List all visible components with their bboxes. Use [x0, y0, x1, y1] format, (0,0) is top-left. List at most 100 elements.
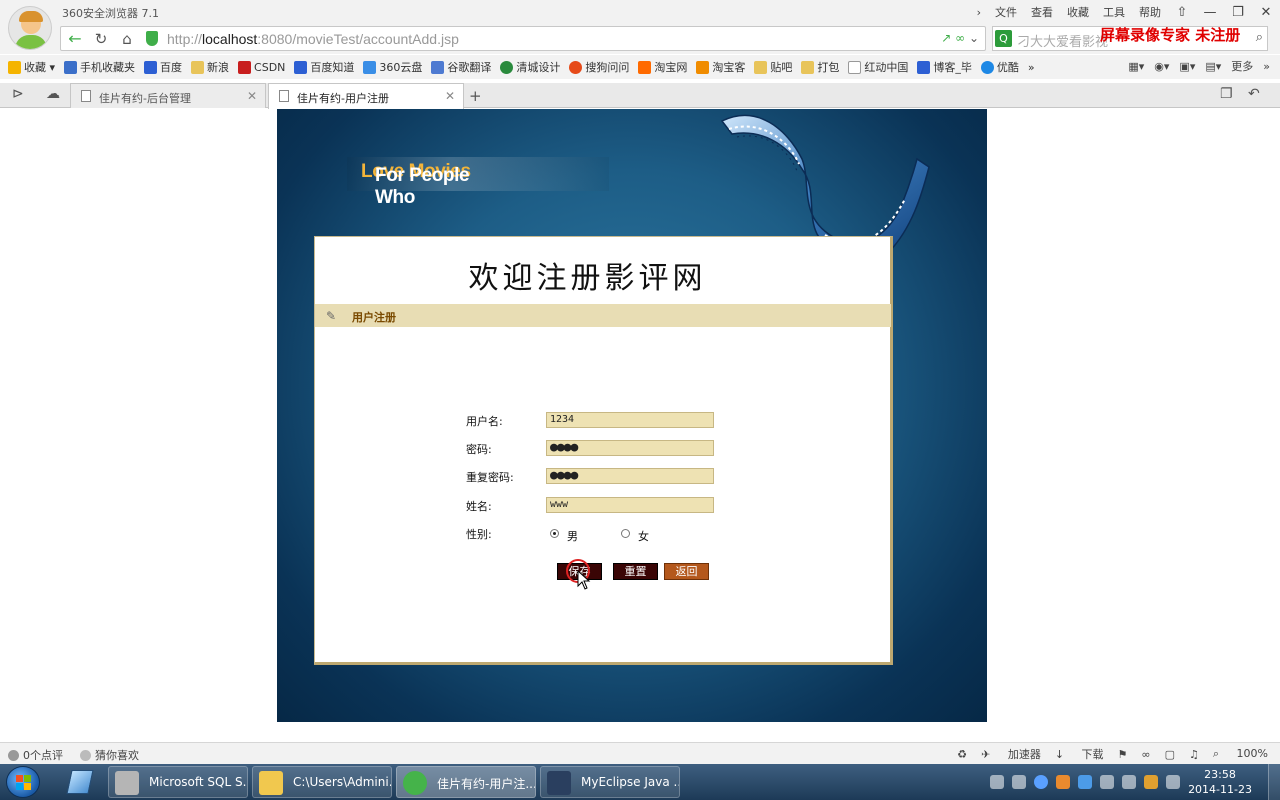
recycle-icon[interactable]: ♻: [957, 748, 967, 761]
tab-label: 佳片有约-用户注册: [297, 92, 389, 105]
flag-icon[interactable]: ⚑: [1118, 748, 1128, 761]
search-icon[interactable]: ⌕: [1256, 30, 1263, 45]
download-button[interactable]: ↓ 下载: [1055, 746, 1104, 762]
pdf-icon[interactable]: ▣▾: [1179, 60, 1195, 73]
bookmark-item[interactable]: 手机收藏夹: [64, 59, 135, 75]
close-tab-icon[interactable]: ✕: [445, 89, 455, 103]
translate-icon: [431, 60, 445, 74]
pin-icon[interactable]: ⇧: [1168, 1, 1196, 23]
menu-tools[interactable]: 工具: [1096, 4, 1132, 20]
taskbar-explorer[interactable]: C:\Users\Admini...: [252, 766, 392, 798]
bookmark-item[interactable]: CSDN: [238, 60, 285, 74]
guess-you-like[interactable]: 猜你喜欢: [80, 747, 139, 763]
comments-status[interactable]: 0个点评: [8, 747, 63, 763]
gender-male-radio[interactable]: [550, 529, 559, 538]
new-tab-button[interactable]: +: [469, 87, 482, 105]
bookmark-item[interactable]: 搜狗问问: [569, 59, 629, 75]
volume-icon[interactable]: [1122, 775, 1137, 789]
tab-admin[interactable]: 佳片有约-后台管理 ✕: [70, 83, 266, 108]
repeat-password-input[interactable]: ●●●●: [546, 468, 714, 484]
clock-date: 2014-11-23: [1188, 783, 1252, 796]
more-chevron-icon[interactable]: »: [1263, 60, 1270, 73]
flag-icon[interactable]: [1100, 775, 1115, 789]
security-icon[interactable]: [1034, 775, 1049, 789]
quick-launch-icon[interactable]: [60, 767, 100, 797]
back-arrow-icon[interactable]: ←: [65, 29, 85, 49]
bookmark-item[interactable]: 谷歌翻译: [431, 59, 491, 75]
bookmark-item[interactable]: 清城设计: [500, 59, 560, 75]
show-desktop-button[interactable]: [1268, 764, 1280, 800]
bookmark-item[interactable]: 淘宝客: [696, 59, 745, 75]
undo-close-icon[interactable]: ↶: [1248, 86, 1260, 102]
link-icon[interactable]: ∞: [1141, 748, 1150, 761]
menu-favorites[interactable]: 收藏: [1060, 4, 1096, 20]
chevron-right-icon[interactable]: ›: [970, 6, 988, 19]
home-icon[interactable]: ⌂: [115, 27, 139, 51]
start-button[interactable]: [6, 766, 40, 798]
share-icon[interactable]: ↗ ∞ ⌄: [941, 31, 979, 45]
zoom-level[interactable]: ⌕ 100%: [1213, 747, 1268, 761]
gallery-icon[interactable]: ▤▾: [1205, 60, 1221, 73]
bookmarks-overflow-icon[interactable]: »: [1028, 61, 1035, 74]
system-tray: 23:58 2014-11-23: [990, 764, 1280, 800]
sound-icon[interactable]: ♫: [1189, 748, 1199, 761]
bookmark-item[interactable]: 贴吧: [754, 59, 792, 75]
apps-icon[interactable]: ▦▾: [1128, 60, 1144, 73]
taskbar-browser[interactable]: 佳片有约-用户注...: [396, 766, 536, 798]
window-icon[interactable]: ▢: [1165, 748, 1175, 761]
maximize-button[interactable]: ❐: [1224, 1, 1252, 23]
menu-file[interactable]: 文件: [988, 4, 1024, 20]
back-button[interactable]: 返回: [664, 563, 709, 580]
more-button[interactable]: 更多: [1231, 58, 1253, 74]
menu-help[interactable]: 帮助: [1132, 4, 1168, 20]
shield-icon[interactable]: [1078, 775, 1093, 789]
close-tab-icon[interactable]: ✕: [247, 89, 257, 103]
tab-register[interactable]: 佳片有约-用户注册 ✕: [268, 83, 464, 109]
speaker-icon[interactable]: [1166, 775, 1181, 789]
search-placeholder: 刁大大爱看影视: [1017, 35, 1109, 50]
username-input[interactable]: 1234: [546, 412, 714, 428]
password-input[interactable]: ●●●●: [546, 440, 714, 456]
page-icon: [279, 90, 289, 102]
bookmark-item[interactable]: 淘宝网: [638, 59, 687, 75]
browser-icon: [403, 771, 427, 795]
url-text[interactable]: http://localhost:8080/movieTest/accountA…: [167, 31, 459, 47]
user-avatar[interactable]: [8, 6, 52, 50]
minimize-button[interactable]: —: [1196, 1, 1224, 23]
bookmark-item[interactable]: 博客_毕: [917, 59, 972, 75]
recorder-icon[interactable]: [1144, 775, 1159, 789]
network-icon[interactable]: [1012, 775, 1027, 789]
restore-tabs-icon[interactable]: ❐: [1220, 86, 1233, 102]
toolbar-extensions: ▦▾ ◉▾ ▣▾ ▤▾ 更多 »: [1118, 58, 1270, 74]
refresh-icon[interactable]: ↻: [89, 27, 113, 51]
bookmark-item[interactable]: 打包: [801, 59, 839, 75]
keyboard-icon[interactable]: [990, 775, 1005, 789]
bookmark-item[interactable]: 360云盘: [363, 59, 422, 75]
address-bar[interactable]: ← ↻ ⌂ http://localhost:8080/movieTest/ac…: [60, 26, 986, 51]
cloud-icon[interactable]: ☁: [46, 86, 60, 102]
bookmark-item[interactable]: 优酷: [980, 59, 1019, 75]
taobao-icon: [638, 60, 652, 74]
bookmark-favorites[interactable]: 收藏 ▾: [8, 59, 55, 75]
accelerator-button[interactable]: ✈ 加速器: [981, 746, 1041, 762]
name-input[interactable]: www: [546, 497, 714, 513]
bookmark-item[interactable]: 红动中国: [848, 59, 908, 75]
menu-view[interactable]: 查看: [1024, 4, 1060, 20]
sidebar-toggle-icon[interactable]: ⊳: [12, 86, 24, 102]
taskbar-myeclipse[interactable]: MyEclipse Java ...: [540, 766, 680, 798]
bookmark-item[interactable]: 百度: [144, 59, 182, 75]
reset-button[interactable]: 重置: [613, 563, 658, 580]
taskbar-sql-server[interactable]: Microsoft SQL S...: [108, 766, 248, 798]
gender-female-radio[interactable]: [621, 529, 630, 538]
close-button[interactable]: ✕: [1252, 1, 1280, 23]
shield-icon[interactable]: ◉▾: [1154, 60, 1169, 73]
app-icon[interactable]: [1056, 775, 1071, 789]
mouse-cursor-icon: [577, 570, 591, 590]
bookmark-item[interactable]: 新浪: [191, 59, 229, 75]
myeclipse-icon: [547, 771, 571, 795]
section-header: ✎ 用户注册: [315, 304, 891, 327]
folder-icon: [259, 771, 283, 795]
bookmark-item[interactable]: 百度知道: [294, 59, 354, 75]
clock[interactable]: 23:58 2014-11-23: [1188, 767, 1252, 797]
search-engine-icon[interactable]: Q: [995, 30, 1012, 47]
